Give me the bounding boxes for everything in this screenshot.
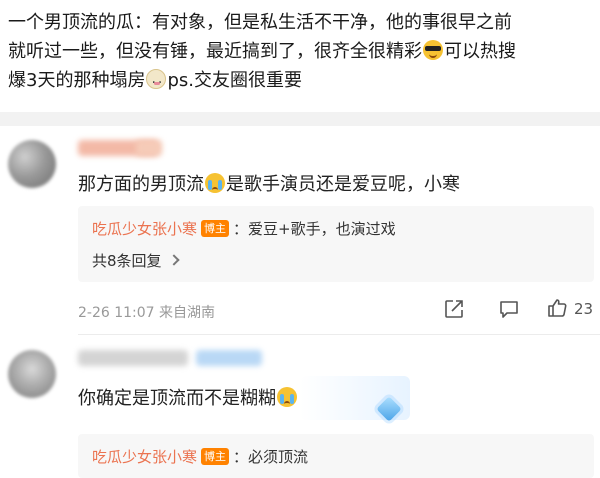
post-content: 一个男顶流的瓜：有对象，但是私生活不干净，他的事很早之前 就听过一些，但没有锤，… — [8, 8, 592, 98]
username-blurred-tag — [196, 350, 262, 366]
cat-emoji-icon — [146, 69, 167, 98]
crying-emoji-icon — [205, 173, 225, 193]
reply-text: ：爱豆+歌手，也演过戏 — [233, 220, 396, 238]
time-location: 2-26 11:07 来自湖南 — [78, 305, 216, 321]
avatar[interactable] — [8, 350, 56, 398]
post-line-2b: 可以热搜 — [444, 41, 516, 62]
comment-icon[interactable] — [498, 298, 520, 320]
reply-author-link[interactable]: 吃瓜少女张小寒 — [92, 448, 197, 466]
view-replies-link[interactable]: 共8条回复 — [92, 250, 180, 271]
reply-line: 吃瓜少女张小寒 博主 ：必须顶流 — [92, 446, 308, 467]
post-line-1: 一个男顶流的瓜：有对象，但是私生活不干净，他的事很早之前 — [8, 12, 512, 33]
avatar[interactable] — [8, 140, 56, 188]
comment-text-a: 你确定是顶流而不是糊糊 — [78, 388, 276, 409]
share-icon[interactable] — [443, 298, 465, 320]
post-line-2a: 就听过一些，但没有锤，最近搞到了，很齐全很精彩 — [8, 41, 422, 62]
reply-preview[interactable]: 吃瓜少女张小寒 博主 ：必须顶流 — [78, 434, 594, 478]
chevron-right-icon — [167, 254, 180, 266]
post-line-3: 爆3天的那种塌房 ps.交友圈很重要 — [8, 66, 592, 98]
post-line-3b: ps.交友圈很重要 — [167, 70, 302, 91]
section-divider — [0, 112, 600, 126]
author-badge: 博主 — [201, 220, 230, 237]
like-icon[interactable] — [546, 297, 568, 319]
author-badge: 博主 — [201, 448, 230, 465]
comment-text-b: 是歌手演员还是爱豆呢，小寒 — [226, 174, 460, 195]
comment-text-a: 那方面的男顶流 — [78, 174, 204, 195]
post-line-2: 就听过一些，但没有锤，最近搞到了，很齐全很精彩 可以热搜 — [8, 37, 592, 66]
username-blurred-tag — [136, 140, 162, 156]
reply-preview[interactable]: 吃瓜少女张小寒 博主 ：爱豆+歌手，也演过戏 共8条回复 — [78, 206, 594, 282]
reply-count: 共8条回复 — [92, 252, 162, 270]
username-blurred[interactable] — [78, 350, 188, 366]
comment-text[interactable]: 你确定是顶流而不是糊糊 — [78, 384, 298, 410]
comment-text[interactable]: 那方面的男顶流 是歌手演员还是爱豆呢，小寒 — [78, 170, 460, 196]
comment-separator — [78, 334, 600, 335]
reply-text: ：必须顶流 — [233, 448, 309, 466]
reply-author-link[interactable]: 吃瓜少女张小寒 — [92, 220, 197, 238]
sunglasses-emoji-icon — [423, 40, 443, 60]
comment-1: 那方面的男顶流 是歌手演员还是爱豆呢，小寒 吃瓜少女张小寒 博主 ：爱豆+歌手，也演过… — [0, 126, 600, 336]
post-line-3a: 爆3天的那种塌房 — [8, 70, 146, 91]
like-count: 23 — [574, 300, 594, 318]
reply-line: 吃瓜少女张小寒 博主 ：爱豆+歌手，也演过戏 — [92, 218, 396, 239]
crying-emoji-icon — [277, 387, 297, 407]
